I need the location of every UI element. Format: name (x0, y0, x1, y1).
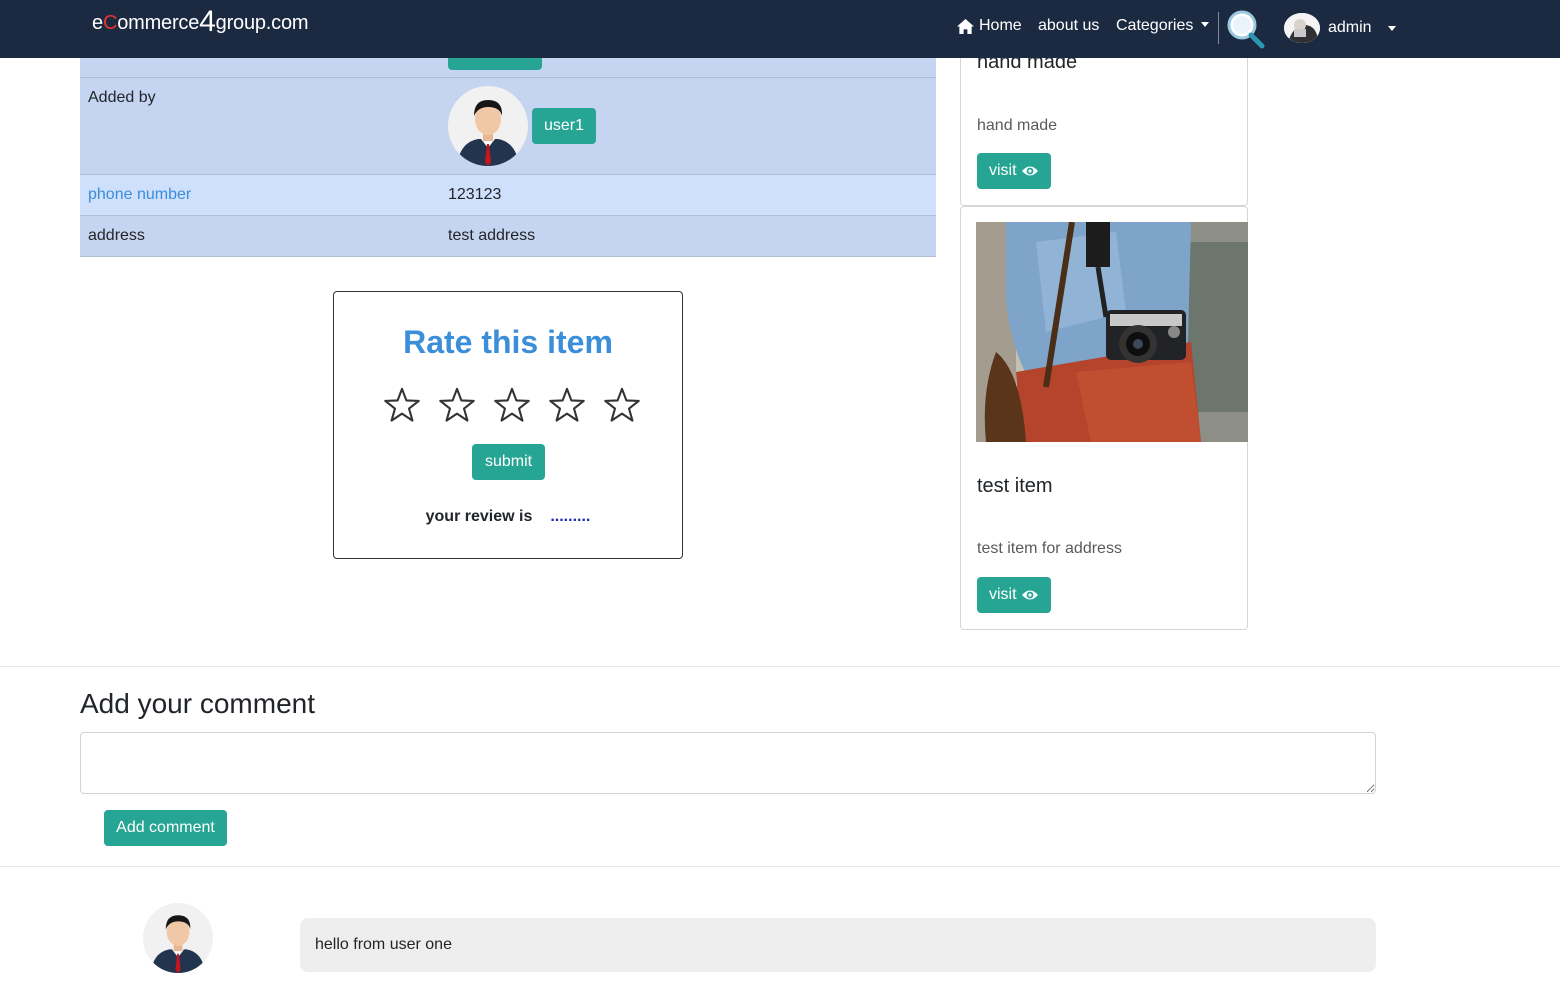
section-divider (0, 666, 1560, 667)
brand-text-group: group.com (215, 12, 309, 34)
visit-label: visit (989, 586, 1017, 603)
review-status: your review is......... (334, 508, 682, 526)
review-value: ......... (550, 508, 591, 525)
review-label: your review is (425, 508, 533, 525)
owner-profile-button[interactable]: user1 (532, 108, 597, 144)
search-button[interactable] (1224, 8, 1268, 52)
nav-home-label: Home (979, 17, 1022, 34)
brand-text-e: e (92, 12, 103, 34)
nav-categories-label: Categories (1116, 17, 1194, 34)
eye-icon (1021, 166, 1038, 176)
phone-label: phone number (88, 186, 192, 203)
user-avatar (1284, 13, 1320, 43)
search-icon (1227, 10, 1265, 49)
rating-panel: Rate this item submit your review is....… (333, 291, 683, 559)
add-comment-button[interactable]: Add comment (104, 810, 227, 846)
eye-icon (1021, 590, 1038, 600)
brand-text-ommerce: ommerce (117, 12, 200, 34)
visit-button[interactable]: visit (977, 577, 1051, 613)
rating-title: Rate this item (403, 324, 613, 360)
chevron-down-icon (1201, 22, 1210, 27)
star-rating (383, 386, 641, 424)
item-image[interactable] (976, 222, 1248, 442)
nav-categories-dropdown[interactable]: Categories (1116, 17, 1210, 35)
nav-divider (1218, 12, 1219, 44)
user-name: admin (1328, 19, 1372, 36)
brand-text-c: C (102, 12, 118, 34)
star-icon[interactable] (438, 386, 476, 424)
home-icon (957, 18, 974, 34)
card-title: test item (977, 475, 1053, 497)
star-icon[interactable] (548, 386, 586, 424)
added-by-label: Added by (88, 89, 156, 106)
brand-logo[interactable]: eCommerce4group.com (92, 7, 309, 37)
visit-button[interactable]: visit (977, 153, 1051, 189)
comment-input[interactable] (80, 732, 1376, 794)
star-icon[interactable] (603, 386, 641, 424)
user-menu-dropdown[interactable]: admin (1284, 13, 1396, 43)
comment-heading: Add your comment (80, 688, 315, 719)
comment-text: hello from user one (300, 918, 1376, 972)
brand-text-4: 4 (199, 5, 216, 38)
card-text: test item for address (977, 540, 1122, 557)
section-divider (0, 866, 1560, 867)
nav-about-link[interactable]: about us (1038, 17, 1099, 35)
related-item-card: test item test item for address visit (960, 206, 1248, 630)
chevron-down-icon (1387, 25, 1396, 31)
address-label: address (88, 227, 145, 244)
nav-home-link[interactable]: Home (956, 17, 1022, 35)
table-row: phone number 123123 (80, 175, 936, 216)
card-text: hand made (977, 117, 1058, 134)
table-row: address test address (80, 216, 936, 257)
star-icon[interactable] (383, 386, 421, 424)
navbar: eCommerce4group.com Home about us Catego… (0, 0, 1560, 58)
commenter-avatar (143, 903, 213, 973)
owner-avatar (448, 86, 528, 166)
phone-value: 123123 (448, 186, 502, 203)
star-icon[interactable] (493, 386, 531, 424)
visit-label: visit (989, 162, 1017, 179)
address-value: test address (448, 227, 536, 244)
submit-rating-button[interactable]: submit (472, 444, 545, 480)
table-row: Added by user1 (80, 78, 936, 175)
